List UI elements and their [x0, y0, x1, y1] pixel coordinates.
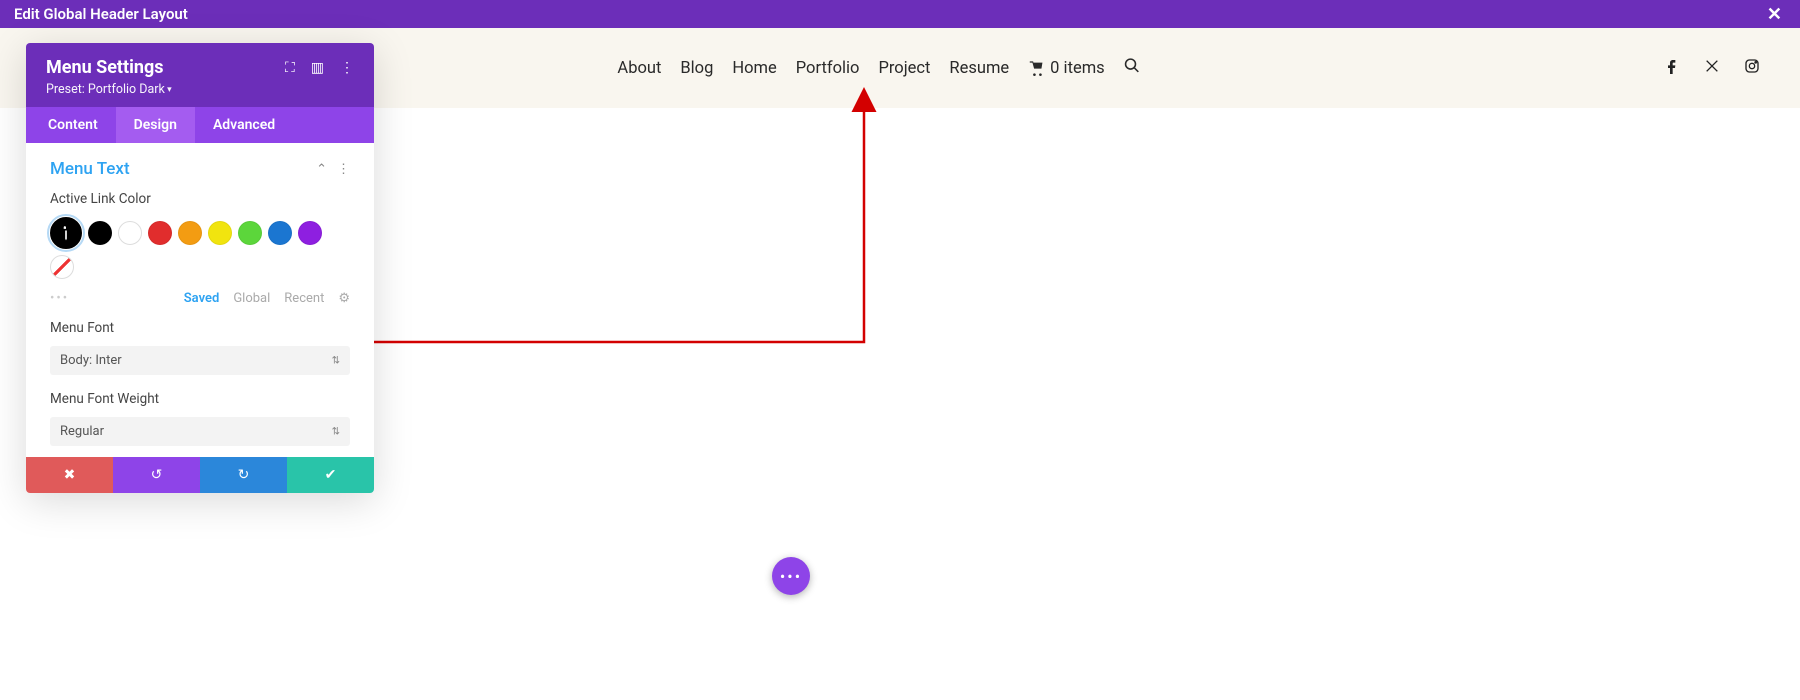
color-swatch[interactable]: [148, 221, 172, 245]
annotation-arrow: [344, 78, 904, 358]
palette-tab-saved[interactable]: Saved: [184, 291, 220, 306]
color-swatch-none[interactable]: [50, 255, 74, 279]
social-icons: [1664, 58, 1760, 78]
tab-content[interactable]: Content: [26, 107, 116, 143]
edit-top-bar: Edit Global Header Layout ✕: [0, 0, 1800, 28]
kebab-menu-icon[interactable]: ⋮: [340, 60, 354, 76]
facebook-icon[interactable]: [1664, 58, 1680, 78]
color-swatches: [50, 217, 350, 279]
nav-item-resume[interactable]: Resume: [949, 59, 1009, 78]
kebab-menu-icon[interactable]: ⋮: [337, 162, 350, 177]
nav-item-about[interactable]: About: [617, 59, 661, 78]
tab-advanced[interactable]: Advanced: [195, 107, 293, 143]
nav-item-home[interactable]: Home: [732, 59, 776, 78]
panel-footer: ✖ ↺ ↻ ✔: [26, 457, 374, 493]
panel-header-icons: ⛶ ▥ ⋮: [285, 60, 354, 76]
panel-header: Menu Settings ⛶ ▥ ⋮ Preset: Portfolio Da…: [26, 43, 374, 107]
palette-tabs: ••• Saved Global Recent ⚙: [50, 291, 350, 306]
panel-preset[interactable]: Preset: Portfolio Dark: [46, 82, 354, 97]
menu-font-label: Menu Font: [50, 320, 350, 336]
instagram-icon[interactable]: [1744, 58, 1760, 78]
close-icon[interactable]: ✕: [1763, 4, 1786, 25]
menu-font-select[interactable]: Body: Inter: [50, 346, 350, 375]
more-dots-icon[interactable]: •••: [50, 291, 69, 306]
active-link-color-label: Active Link Color: [50, 191, 350, 207]
search-icon[interactable]: [1124, 57, 1141, 79]
save-button[interactable]: ✔: [287, 457, 374, 493]
x-twitter-icon[interactable]: [1704, 58, 1720, 78]
cancel-button[interactable]: ✖: [26, 457, 113, 493]
panel-tabs: Content Design Advanced: [26, 107, 374, 143]
menu-font-weight-label: Menu Font Weight: [50, 391, 350, 407]
ellipsis-icon: •••: [780, 567, 802, 586]
color-swatch[interactable]: [298, 221, 322, 245]
cart-label: 0 items: [1050, 59, 1105, 78]
nav-item-portfolio[interactable]: Portfolio: [796, 59, 860, 78]
nav-item-blog[interactable]: Blog: [680, 59, 713, 78]
menu-settings-panel: Menu Settings ⛶ ▥ ⋮ Preset: Portfolio Da…: [26, 43, 374, 493]
panel-body[interactable]: Menu Text ⌃ ⋮ Active Link Color ••• Save…: [26, 143, 374, 457]
panel-title: Menu Settings: [46, 57, 164, 78]
redo-button[interactable]: ↻: [200, 457, 287, 493]
nav-cart[interactable]: 0 items: [1028, 59, 1105, 78]
palette-tab-global[interactable]: Global: [233, 291, 270, 306]
color-swatch[interactable]: [88, 221, 112, 245]
color-swatch[interactable]: [268, 221, 292, 245]
color-swatch[interactable]: [178, 221, 202, 245]
grid-icon[interactable]: ▥: [311, 60, 324, 76]
gear-icon[interactable]: ⚙: [338, 291, 350, 306]
undo-button[interactable]: ↺: [113, 457, 200, 493]
main-nav: About Blog Home Portfolio Project Resume…: [617, 57, 1140, 79]
color-swatch[interactable]: [238, 221, 262, 245]
color-swatch[interactable]: [208, 221, 232, 245]
palette-tab-recent[interactable]: Recent: [284, 291, 324, 306]
tab-design[interactable]: Design: [116, 107, 195, 143]
nav-item-project[interactable]: Project: [878, 59, 930, 78]
floating-action-button[interactable]: •••: [772, 557, 810, 595]
eyedropper-icon: [56, 223, 76, 243]
color-swatch-eyedropper[interactable]: [50, 217, 82, 249]
top-bar-title: Edit Global Header Layout: [14, 5, 188, 23]
color-swatch[interactable]: [118, 221, 142, 245]
cart-icon: [1028, 60, 1044, 76]
menu-font-weight-select[interactable]: Regular: [50, 417, 350, 446]
section-title[interactable]: Menu Text: [50, 159, 130, 179]
collapse-icon[interactable]: ⌃: [316, 162, 327, 177]
expand-icon[interactable]: ⛶: [285, 60, 295, 76]
